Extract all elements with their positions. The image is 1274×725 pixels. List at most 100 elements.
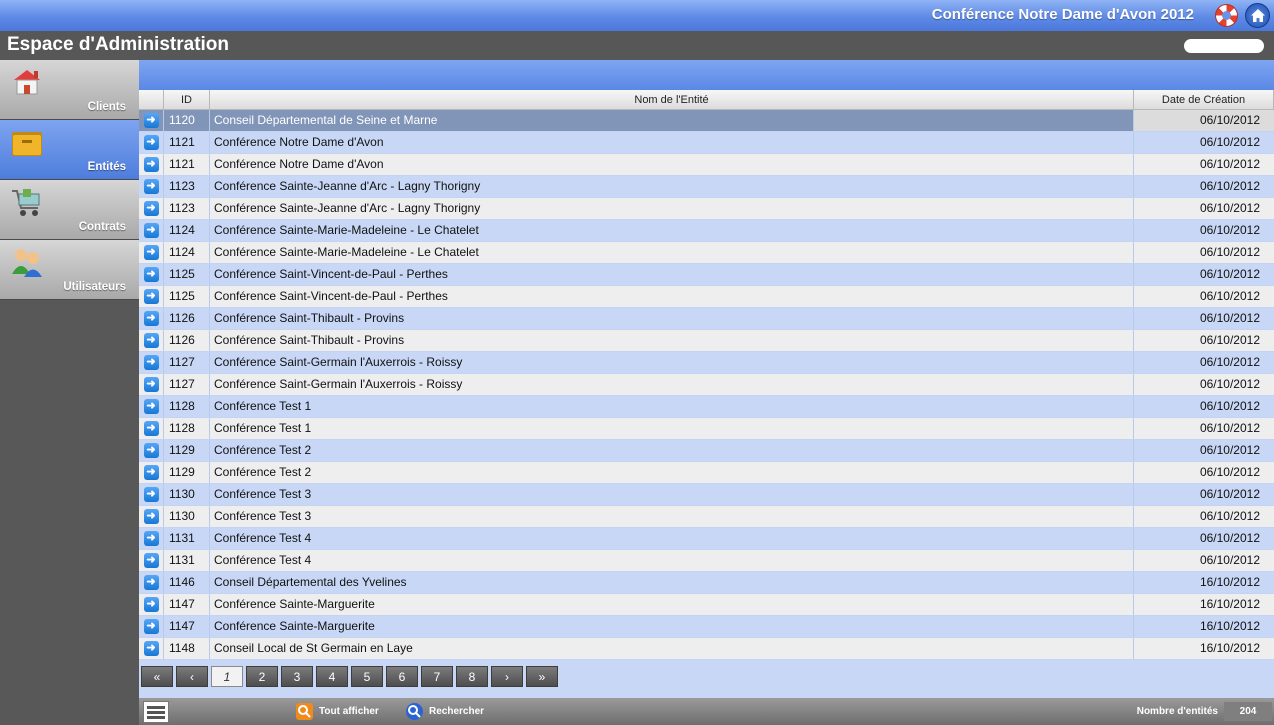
table-row[interactable]: ➜ 1146 Conseil Départemental des Yvelines 1… — [139, 572, 1274, 594]
arrow-right-icon[interactable]: ➜ — [143, 135, 159, 150]
page-button-5[interactable]: 5 — [351, 666, 383, 687]
date-cell: 06/10/2012 — [1199, 377, 1260, 391]
prev-page-button[interactable]: ‹ — [176, 666, 208, 687]
row-action-cell: ➜ — [139, 264, 164, 285]
table-row[interactable]: ➜ 1125 Conférence Saint-Vincent-de-Paul - … — [139, 286, 1274, 308]
row-action-cell: ➜ — [139, 396, 164, 417]
table-row[interactable]: ➜ 1129 Conférence Test 2 06/10/2012 — [139, 462, 1274, 484]
arrow-right-icon[interactable]: ➜ — [143, 465, 159, 480]
table-row[interactable]: ➜ 1128 Conférence Test 1 06/10/2012 — [139, 396, 1274, 418]
date-cell: 06/10/2012 — [1199, 223, 1260, 237]
table-row[interactable]: ➜ 1131 Conférence Test 4 06/10/2012 — [139, 528, 1274, 550]
row-action-cell: ➜ — [139, 154, 164, 175]
table-row[interactable]: ➜ 1127 Conférence Saint-Germain l'Auxerroi… — [139, 352, 1274, 374]
page-button-4[interactable]: 4 — [316, 666, 348, 687]
entity-count-label: Nombre d'entités — [1136, 706, 1218, 717]
table-row[interactable]: ➜ 1126 Conférence Saint-Thibault - Provins… — [139, 308, 1274, 330]
column-header-name[interactable]: Nom de l'Entité — [210, 90, 1134, 109]
arrow-right-icon[interactable]: ➜ — [143, 289, 159, 304]
sidebar-item-contrats[interactable]: Contrats — [0, 180, 139, 240]
table-row[interactable]: ➜ 1147 Conférence Sainte-Marguerite 16/10/2… — [139, 616, 1274, 638]
help-lifebuoy-icon[interactable] — [1215, 4, 1238, 27]
date-cell: 06/10/2012 — [1199, 157, 1260, 171]
sidebar-item-clients[interactable]: Clients — [0, 60, 139, 120]
table-row[interactable]: ➜ 1125 Conférence Saint-Vincent-de-Paul - … — [139, 264, 1274, 286]
row-action-cell: ➜ — [139, 220, 164, 241]
date-cell: 06/10/2012 — [1199, 289, 1260, 303]
row-action-cell: ➜ — [139, 528, 164, 549]
name-cell: Conférence Test 2 — [210, 462, 1134, 483]
date-cell: 06/10/2012 — [1199, 135, 1260, 149]
table-row[interactable]: ➜ 1123 Conférence Sainte-Jeanne d'Arc - La… — [139, 198, 1274, 220]
page-button-8[interactable]: 8 — [456, 666, 488, 687]
arrow-right-icon[interactable]: ➜ — [143, 201, 159, 216]
arrow-right-icon[interactable]: ➜ — [143, 311, 159, 326]
arrow-right-icon[interactable]: ➜ — [143, 443, 159, 458]
arrow-right-icon[interactable]: ➜ — [143, 267, 159, 282]
search-button[interactable]: Rechercher — [406, 703, 484, 720]
row-action-cell: ➜ — [139, 132, 164, 153]
list-view-button[interactable] — [143, 701, 169, 723]
table-row[interactable]: ➜ 1121 Conférence Notre Dame d'Avon 06/10/2… — [139, 154, 1274, 176]
table-row[interactable]: ➜ 1147 Conférence Sainte-Marguerite 16/10/2… — [139, 594, 1274, 616]
entities-table: ID Nom de l'Entité Date de Création ➜ 112… — [139, 90, 1274, 660]
first-page-button[interactable]: « — [141, 666, 173, 687]
table-row[interactable]: ➜ 1120 Conseil Départemental de Seine et M… — [139, 110, 1274, 132]
row-action-cell: ➜ — [139, 506, 164, 527]
search-input[interactable] — [1184, 39, 1264, 53]
arrow-right-icon[interactable]: ➜ — [143, 245, 159, 260]
arrow-right-icon[interactable]: ➜ — [143, 575, 159, 590]
table-row[interactable]: ➜ 1130 Conférence Test 3 06/10/2012 — [139, 506, 1274, 528]
id-cell: 1129 — [164, 440, 210, 461]
id-cell: 1121 — [164, 132, 210, 153]
table-row[interactable]: ➜ 1127 Conférence Saint-Germain l'Auxerroi… — [139, 374, 1274, 396]
home-icon[interactable] — [1245, 3, 1270, 28]
column-header-id[interactable]: ID — [164, 90, 210, 109]
row-action-cell: ➜ — [139, 286, 164, 307]
page-button-1[interactable]: 1 — [211, 666, 243, 687]
page-button-3[interactable]: 3 — [281, 666, 313, 687]
show-all-button[interactable]: Tout afficher — [296, 703, 379, 720]
arrow-right-icon[interactable]: ➜ — [143, 355, 159, 370]
arrow-right-icon[interactable]: ➜ — [143, 641, 159, 656]
table-row[interactable]: ➜ 1129 Conférence Test 2 06/10/2012 — [139, 440, 1274, 462]
arrow-right-icon[interactable]: ➜ — [143, 223, 159, 238]
arrow-right-icon[interactable]: ➜ — [143, 377, 159, 392]
table-row[interactable]: ➜ 1126 Conférence Saint-Thibault - Provins… — [139, 330, 1274, 352]
last-page-button[interactable]: » — [526, 666, 558, 687]
table-row[interactable]: ➜ 1131 Conférence Test 4 06/10/2012 — [139, 550, 1274, 572]
arrow-right-icon[interactable]: ➜ — [143, 179, 159, 194]
column-header-date[interactable]: Date de Création — [1134, 90, 1274, 109]
id-cell: 1131 — [164, 550, 210, 571]
id-cell: 1123 — [164, 198, 210, 219]
table-row[interactable]: ➜ 1121 Conférence Notre Dame d'Avon 06/10/2… — [139, 132, 1274, 154]
name-cell: Conférence Test 3 — [210, 506, 1134, 527]
arrow-right-icon[interactable]: ➜ — [143, 157, 159, 172]
table-row[interactable]: ➜ 1148 Conseil Local de St Germain en Laye… — [139, 638, 1274, 660]
arrow-right-icon[interactable]: ➜ — [143, 531, 159, 546]
arrow-right-icon[interactable]: ➜ — [143, 113, 159, 128]
next-page-button[interactable]: › — [491, 666, 523, 687]
page-button-2[interactable]: 2 — [246, 666, 278, 687]
arrow-right-icon[interactable]: ➜ — [143, 399, 159, 414]
arrow-right-icon[interactable]: ➜ — [143, 619, 159, 634]
table-row[interactable]: ➜ 1124 Conférence Sainte-Marie-Madeleine -… — [139, 220, 1274, 242]
page-button-7[interactable]: 7 — [421, 666, 453, 687]
table-row[interactable]: ➜ 1123 Conférence Sainte-Jeanne d'Arc - La… — [139, 176, 1274, 198]
arrow-right-icon[interactable]: ➜ — [143, 509, 159, 524]
arrow-right-icon[interactable]: ➜ — [143, 553, 159, 568]
sidebar-item-utilisateurs[interactable]: Utilisateurs — [0, 240, 139, 300]
arrow-right-icon[interactable]: ➜ — [143, 421, 159, 436]
page-button-6[interactable]: 6 — [386, 666, 418, 687]
arrow-right-icon[interactable]: ➜ — [143, 487, 159, 502]
date-cell: 16/10/2012 — [1199, 575, 1260, 589]
table-row[interactable]: ➜ 1130 Conférence Test 3 06/10/2012 — [139, 484, 1274, 506]
date-cell: 06/10/2012 — [1199, 245, 1260, 259]
sidebar-item-entites[interactable]: Entités — [0, 120, 139, 180]
table-row[interactable]: ➜ 1128 Conférence Test 1 06/10/2012 — [139, 418, 1274, 440]
id-cell: 1125 — [164, 264, 210, 285]
arrow-right-icon[interactable]: ➜ — [143, 333, 159, 348]
table-row[interactable]: ➜ 1124 Conférence Sainte-Marie-Madeleine -… — [139, 242, 1274, 264]
row-action-cell: ➜ — [139, 440, 164, 461]
arrow-right-icon[interactable]: ➜ — [143, 597, 159, 612]
